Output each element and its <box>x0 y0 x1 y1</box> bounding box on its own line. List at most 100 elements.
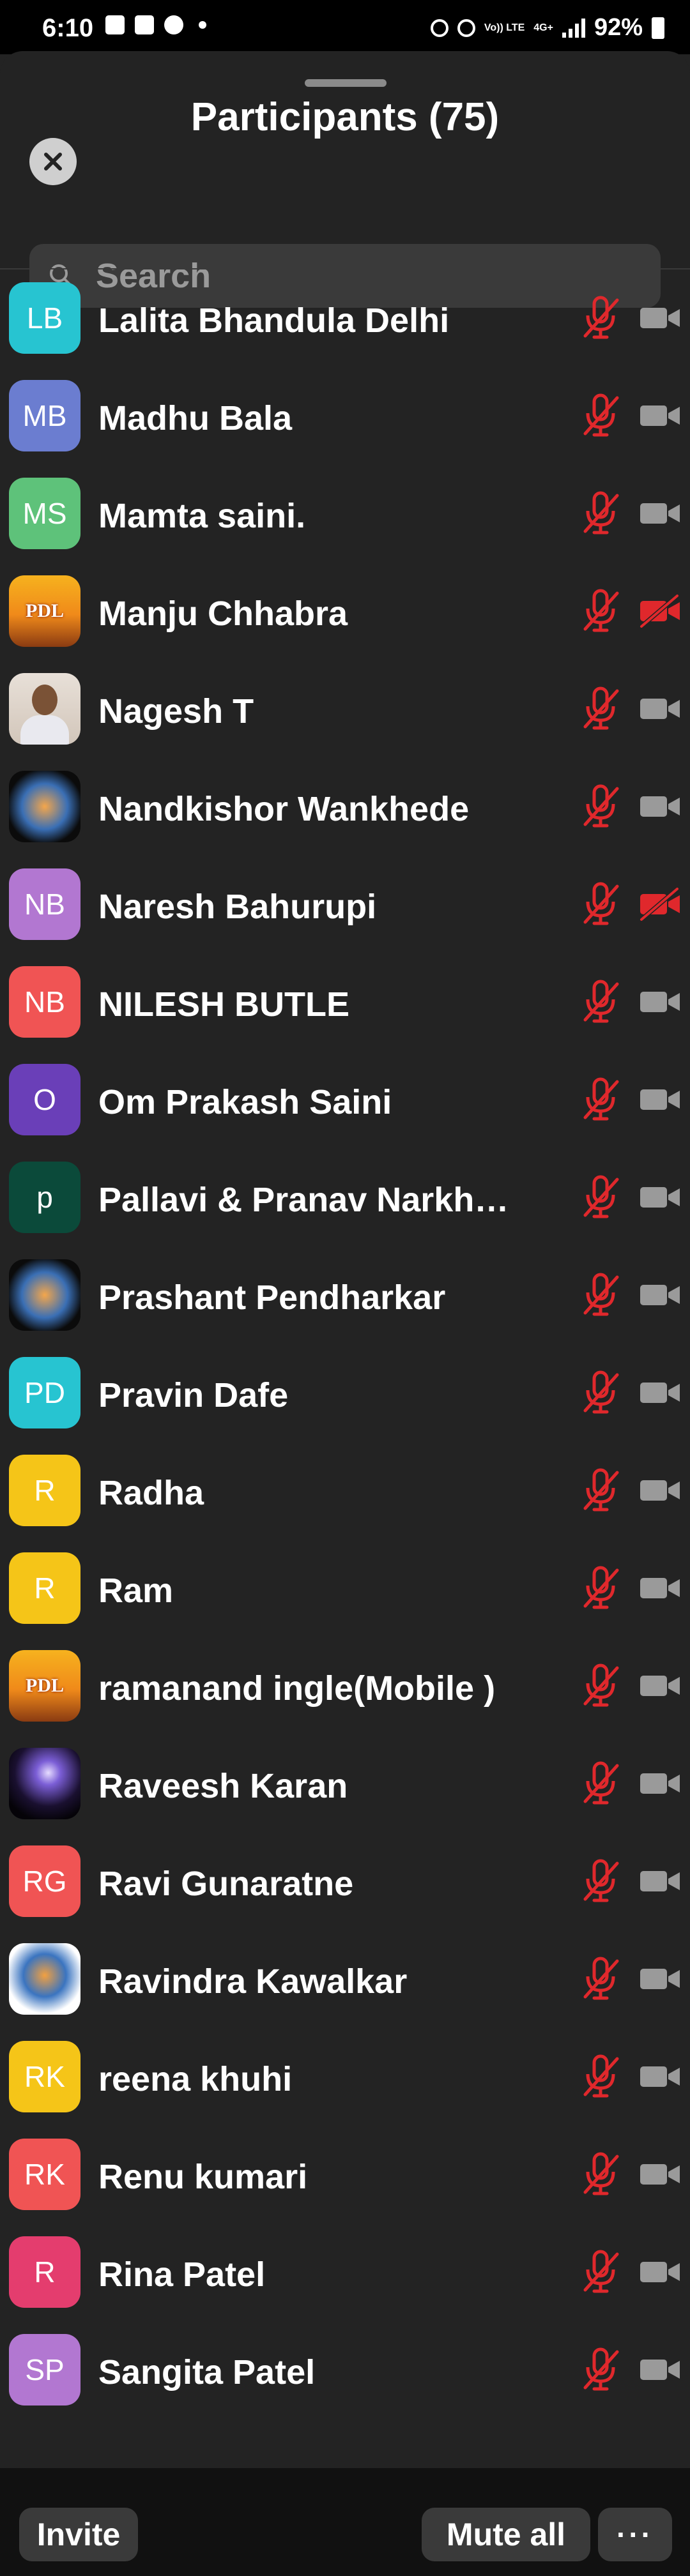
signal-icon <box>562 18 585 38</box>
network-type-label: 4G+ <box>533 22 553 33</box>
mute-all-button[interactable]: Mute all <box>422 2508 590 2561</box>
participant-row[interactable]: Prashant Pendharkar <box>0 1246 690 1344</box>
participant-name: ramanand ingle(Mobile ) <box>98 1669 496 1708</box>
mic-muted-icon[interactable] <box>579 2052 622 2101</box>
participant-name: Manju Chhabra <box>98 595 348 633</box>
participant-row[interactable]: Raveesh Karan <box>0 1735 690 1833</box>
mic-muted-icon[interactable] <box>579 1662 622 1710</box>
participant-name: Ravindra Kawalkar <box>98 1962 408 2001</box>
avatar: PDL <box>9 1650 80 1722</box>
participant-row[interactable]: Ravindra Kawalkar <box>0 1930 690 2028</box>
mic-muted-icon[interactable] <box>579 1075 622 1124</box>
participant-row[interactable]: Nandkishor Wankhede <box>0 758 690 856</box>
mic-muted-icon[interactable] <box>579 1368 622 1417</box>
mic-muted-icon[interactable] <box>579 1466 622 1515</box>
participant-row[interactable]: NB Naresh Bahurupi <box>0 856 690 953</box>
camera-off-icon[interactable] <box>638 1572 682 1605</box>
invite-button[interactable]: Invite <box>19 2508 138 2561</box>
participant-row[interactable]: MB Madhu Bala <box>0 367 690 465</box>
camera-off-icon[interactable] <box>638 1376 682 1409</box>
participant-name: Madhu Bala <box>98 399 293 437</box>
camera-off-icon[interactable] <box>638 2060 682 2093</box>
participant-row[interactable]: RK Renu kumari <box>0 2126 690 2224</box>
camera-off-icon[interactable] <box>638 497 682 530</box>
mic-muted-icon[interactable] <box>579 2345 622 2394</box>
avatar: PDL <box>9 575 80 647</box>
mic-muted-icon[interactable] <box>579 2150 622 2199</box>
status-bar: 6:10 Vo)) LTE 4G+ 92% <box>0 0 690 54</box>
participant-name: Radha <box>98 1474 204 1512</box>
mic-muted-icon[interactable] <box>579 685 622 733</box>
mic-muted-icon[interactable] <box>579 782 622 831</box>
participant-name: Raveesh Karan <box>98 1767 348 1805</box>
participant-row[interactable]: RG Ravi Gunaratne <box>0 1833 690 1930</box>
mic-muted-icon[interactable] <box>579 391 622 440</box>
camera-off-icon[interactable] <box>638 399 682 432</box>
camera-off-icon[interactable] <box>638 2158 682 2191</box>
mic-muted-icon[interactable] <box>579 1857 622 1905</box>
participant-list[interactable]: LB Lalita Bhandula Delhi MB Madhu Bala MS M… <box>0 268 690 2469</box>
camera-off-icon[interactable] <box>638 692 682 725</box>
notification-icons <box>105 15 206 34</box>
participant-row[interactable]: SP Sangita Patel <box>0 2321 690 2419</box>
avatar: p <box>9 1162 80 1233</box>
sheet-drag-handle[interactable] <box>305 79 387 87</box>
mic-muted-icon[interactable] <box>579 1955 622 2003</box>
participant-name: Renu kumari <box>98 2158 308 2196</box>
participant-row[interactable]: Nagesh T <box>0 660 690 758</box>
camera-off-icon[interactable] <box>638 2353 682 2386</box>
camera-off-icon[interactable] <box>638 1474 682 1507</box>
participant-row[interactable]: MS Mamta saini. <box>0 465 690 563</box>
participant-name: Nandkishor Wankhede <box>98 790 470 828</box>
avatar <box>9 1259 80 1331</box>
participant-name: Om Prakash Saini <box>98 1083 392 1121</box>
avatar: SP <box>9 2334 80 2406</box>
participant-name: Rina Patel <box>98 2255 266 2294</box>
camera-off-icon[interactable] <box>638 2255 682 2289</box>
participant-row[interactable]: p Pallavi & Pranav Narkhe… <box>0 1149 690 1246</box>
camera-off-icon[interactable] <box>638 1181 682 1214</box>
mic-muted-icon[interactable] <box>579 880 622 928</box>
alarm-icon <box>430 19 448 37</box>
participant-row[interactable]: O Om Prakash Saini <box>0 1051 690 1149</box>
participant-row[interactable]: PDL ramanand ingle(Mobile ) <box>0 1637 690 1735</box>
camera-off-icon[interactable] <box>638 887 682 921</box>
participant-row[interactable]: RK reena khuhi <box>0 2028 690 2126</box>
participant-row[interactable]: LB Lalita Bhandula Delhi <box>0 269 690 367</box>
participant-row[interactable]: PDL Manju Chhabra <box>0 563 690 660</box>
mic-muted-icon[interactable] <box>579 294 622 342</box>
camera-off-icon[interactable] <box>638 1962 682 1996</box>
camera-off-icon[interactable] <box>638 1767 682 1800</box>
participant-row[interactable]: NB NILESH BUTLE <box>0 953 690 1051</box>
participant-name: reena khuhi <box>98 2060 293 2098</box>
mic-muted-icon[interactable] <box>579 1759 622 1808</box>
camera-off-icon[interactable] <box>638 594 682 628</box>
mic-muted-icon[interactable] <box>579 587 622 635</box>
more-options-button[interactable]: ··· <box>598 2508 672 2561</box>
participant-row[interactable]: R Ram <box>0 1540 690 1637</box>
participant-name: Naresh Bahurupi <box>98 888 377 926</box>
mic-muted-icon[interactable] <box>579 978 622 1026</box>
camera-off-icon[interactable] <box>638 1083 682 1116</box>
participant-name: Ravi Gunaratne <box>98 1865 354 1903</box>
participant-name: Mamta saini. <box>98 497 306 535</box>
participant-row[interactable]: PD Pravin Dafe <box>0 1344 690 1442</box>
camera-off-icon[interactable] <box>638 1278 682 1312</box>
camera-off-icon[interactable] <box>638 1669 682 1702</box>
mic-muted-icon[interactable] <box>579 1564 622 1612</box>
camera-off-icon[interactable] <box>638 790 682 823</box>
participant-row[interactable]: R Radha <box>0 1442 690 1540</box>
close-button[interactable] <box>29 138 77 185</box>
camera-off-icon[interactable] <box>638 1865 682 1898</box>
camera-off-icon[interactable] <box>638 985 682 1019</box>
participant-row[interactable]: R Rina Patel <box>0 2224 690 2321</box>
camera-off-icon[interactable] <box>638 301 682 335</box>
mic-muted-icon[interactable] <box>579 1173 622 1222</box>
mic-muted-icon[interactable] <box>579 1271 622 1319</box>
avatar: O <box>9 1064 80 1135</box>
avatar: RG <box>9 1845 80 1917</box>
mic-muted-icon[interactable] <box>579 489 622 538</box>
avatar <box>9 1943 80 2015</box>
mic-muted-icon[interactable] <box>579 2248 622 2296</box>
avatar: PD <box>9 1357 80 1428</box>
